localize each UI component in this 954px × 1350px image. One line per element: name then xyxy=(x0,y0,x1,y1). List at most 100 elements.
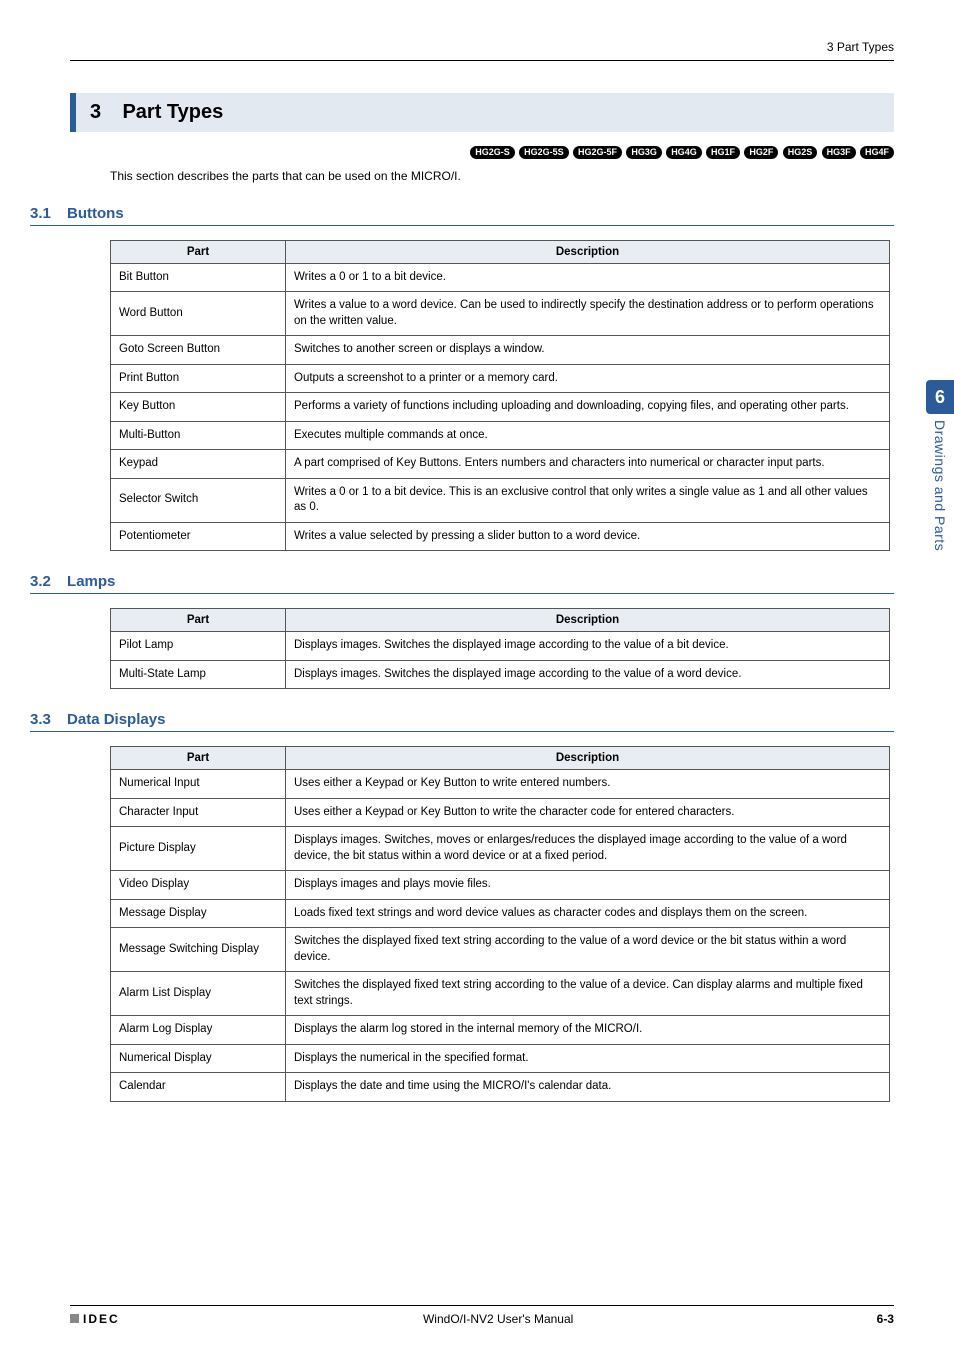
subheading-title: Lamps xyxy=(67,573,115,590)
badge: HG2G-5F xyxy=(573,146,622,159)
table-row: Key ButtonPerforms a variety of function… xyxy=(111,393,890,422)
table-row: Multi-State LampDisplays images. Switche… xyxy=(111,660,890,689)
cell: Displays images. Switches, moves or enla… xyxy=(286,827,890,871)
datadisplays-table: Part Description Numerical InputUses eit… xyxy=(110,746,890,1102)
cell: Loads fixed text strings and word device… xyxy=(286,899,890,928)
cell: Displays the date and time using the MIC… xyxy=(286,1073,890,1102)
chapter-label: Drawings and Parts xyxy=(926,420,948,551)
cell: Displays images. Switches the displayed … xyxy=(286,632,890,661)
subheading-datadisplays: 3.3 Data Displays xyxy=(30,711,894,732)
cell: Displays the alarm log stored in the int… xyxy=(286,1016,890,1045)
cell: Selector Switch xyxy=(111,478,286,522)
cell: Switches to another screen or displays a… xyxy=(286,336,890,365)
col-header: Description xyxy=(286,747,890,770)
table-row: KeypadA part comprised of Key Buttons. E… xyxy=(111,450,890,479)
subheading-title: Data Displays xyxy=(67,711,165,728)
subheading-lamps: 3.2 Lamps xyxy=(30,573,894,594)
chapter-number: 6 xyxy=(926,380,954,414)
table-row: Character InputUses either a Keypad or K… xyxy=(111,798,890,827)
table-row: Message Switching DisplaySwitches the di… xyxy=(111,928,890,972)
cell: Switches the displayed fixed text string… xyxy=(286,972,890,1016)
buttons-table: Part Description Bit ButtonWrites a 0 or… xyxy=(110,240,890,552)
table-row: Numerical InputUses either a Keypad or K… xyxy=(111,770,890,799)
cell: Writes a 0 or 1 to a bit device. This is… xyxy=(286,478,890,522)
subheading-num: 3.3 xyxy=(30,711,51,728)
cell: Uses either a Keypad or Key Button to wr… xyxy=(286,798,890,827)
cell: Potentiometer xyxy=(111,522,286,551)
model-badges: HG2G-S HG2G-5S HG2G-5F HG3G HG4G HG1F HG… xyxy=(70,144,894,159)
badge: HG4G xyxy=(666,146,702,159)
table-row: Pilot LampDisplays images. Switches the … xyxy=(111,632,890,661)
cell: Multi-Button xyxy=(111,421,286,450)
cell: Writes a value to a word device. Can be … xyxy=(286,292,890,336)
cell: Performs a variety of functions includin… xyxy=(286,393,890,422)
cell: Outputs a screenshot to a printer or a m… xyxy=(286,364,890,393)
col-header: Description xyxy=(286,609,890,632)
cell: Numerical Input xyxy=(111,770,286,799)
table-row: Video DisplayDisplays images and plays m… xyxy=(111,871,890,900)
cell: Alarm Log Display xyxy=(111,1016,286,1045)
subheading-num: 3.1 xyxy=(30,205,51,222)
table-row: Multi-ButtonExecutes multiple commands a… xyxy=(111,421,890,450)
table-row: Bit ButtonWrites a 0 or 1 to a bit devic… xyxy=(111,263,890,292)
badge: HG2F xyxy=(744,146,778,159)
lamps-table: Part Description Pilot LampDisplays imag… xyxy=(110,608,890,689)
table-row: Alarm Log DisplayDisplays the alarm log … xyxy=(111,1016,890,1045)
table-row: Print ButtonOutputs a screenshot to a pr… xyxy=(111,364,890,393)
subheading-title: Buttons xyxy=(67,205,124,222)
cell: Word Button xyxy=(111,292,286,336)
cell: Displays images. Switches the displayed … xyxy=(286,660,890,689)
section-title: Part Types xyxy=(122,101,223,123)
cell: Message Display xyxy=(111,899,286,928)
table-row: PotentiometerWrites a value selected by … xyxy=(111,522,890,551)
cell: Uses either a Keypad or Key Button to wr… xyxy=(286,770,890,799)
cell: Calendar xyxy=(111,1073,286,1102)
cell: Goto Screen Button xyxy=(111,336,286,365)
page-number: 6-3 xyxy=(877,1312,894,1326)
badge: HG2S xyxy=(783,146,818,159)
breadcrumb: 3 Part Types xyxy=(70,40,894,61)
cell: Writes a value selected by pressing a sl… xyxy=(286,522,890,551)
cell: Switches the displayed fixed text string… xyxy=(286,928,890,972)
cell: Message Switching Display xyxy=(111,928,286,972)
cell: Video Display xyxy=(111,871,286,900)
cell: Numerical Display xyxy=(111,1044,286,1073)
footer-center: WindO/I-NV2 User's Manual xyxy=(423,1312,573,1326)
cell: Displays the numerical in the specified … xyxy=(286,1044,890,1073)
cell: Displays images and plays movie files. xyxy=(286,871,890,900)
table-row: Goto Screen ButtonSwitches to another sc… xyxy=(111,336,890,365)
cell: Print Button xyxy=(111,364,286,393)
cell: Pilot Lamp xyxy=(111,632,286,661)
cell: Alarm List Display xyxy=(111,972,286,1016)
section-number: 3 xyxy=(90,101,101,123)
cell: Bit Button xyxy=(111,263,286,292)
cell: Character Input xyxy=(111,798,286,827)
subheading-buttons: 3.1 Buttons xyxy=(30,205,894,226)
col-header: Part xyxy=(111,240,286,263)
page-footer: IDEC WindO/I-NV2 User's Manual 6-3 xyxy=(70,1305,894,1326)
badge: HG4F xyxy=(860,146,894,159)
table-row: Selector SwitchWrites a 0 or 1 to a bit … xyxy=(111,478,890,522)
table-row: Picture DisplayDisplays images. Switches… xyxy=(111,827,890,871)
footer-logo: IDEC xyxy=(70,1312,120,1326)
table-row: Alarm List DisplaySwitches the displayed… xyxy=(111,972,890,1016)
table-row: Numerical DisplayDisplays the numerical … xyxy=(111,1044,890,1073)
table-row: Word ButtonWrites a value to a word devi… xyxy=(111,292,890,336)
col-header: Part xyxy=(111,747,286,770)
cell: Picture Display xyxy=(111,827,286,871)
cell: Multi-State Lamp xyxy=(111,660,286,689)
side-tab: 6 Drawings and Parts xyxy=(926,380,954,551)
col-header: Description xyxy=(286,240,890,263)
subheading-num: 3.2 xyxy=(30,573,51,590)
table-row: Message DisplayLoads fixed text strings … xyxy=(111,899,890,928)
badge: HG2G-S xyxy=(470,146,515,159)
cell: Key Button xyxy=(111,393,286,422)
cell: A part comprised of Key Buttons. Enters … xyxy=(286,450,890,479)
badge: HG2G-5S xyxy=(519,146,569,159)
logo-box-icon xyxy=(70,1314,79,1323)
section-title-bar: 3 Part Types xyxy=(70,93,894,132)
badge: HG3F xyxy=(822,146,856,159)
badge: HG3G xyxy=(626,146,662,159)
col-header: Part xyxy=(111,609,286,632)
cell: Executes multiple commands at once. xyxy=(286,421,890,450)
